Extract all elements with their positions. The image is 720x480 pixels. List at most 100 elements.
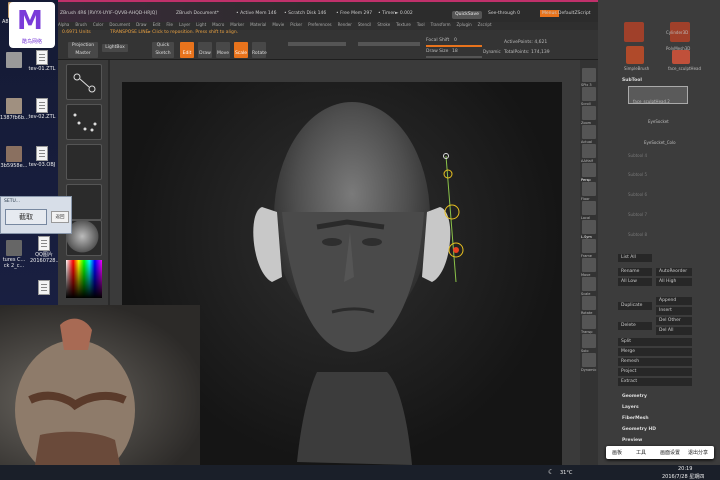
menu-item[interactable]: Render xyxy=(338,22,352,27)
desktop-icon[interactable]: tures C... ck 2_c... xyxy=(0,240,28,269)
menu-item[interactable]: Transform xyxy=(431,22,451,27)
whiteboard-button[interactable]: 画板 xyxy=(612,449,622,456)
menu-item[interactable]: Document xyxy=(109,22,130,27)
menu-item[interactable]: Stencil xyxy=(358,22,372,27)
quicksave-button[interactable]: QuickSave xyxy=(452,11,482,19)
subtool-empty[interactable]: Subtool 8 xyxy=(628,232,647,237)
tool-button-floor[interactable]: Floor xyxy=(581,182,596,201)
tool-button-scale[interactable]: Scale xyxy=(581,277,596,296)
subtool-item-active[interactable]: face_sculptHead.2 xyxy=(628,86,688,104)
menu-item[interactable]: File xyxy=(166,22,173,27)
see-through[interactable]: See-through 0 xyxy=(488,11,520,16)
desktop-icon[interactable]: 1387fb6b... xyxy=(0,98,29,121)
geometry-section[interactable]: Geometry xyxy=(622,394,647,399)
draw-size-slider[interactable] xyxy=(426,56,482,58)
project-section[interactable]: Project xyxy=(618,368,692,376)
append-button[interactable]: Append xyxy=(656,297,692,305)
z-intensity-slider[interactable] xyxy=(358,42,420,46)
simplebrush-thumb[interactable] xyxy=(626,46,644,64)
subtool-label[interactable]: EyeSocket_Colo xyxy=(644,140,676,145)
tool-button-zoom[interactable]: Zoom xyxy=(581,106,596,125)
desktop-icon[interactable]: tev-03.OBJ xyxy=(28,146,56,168)
menu-item[interactable]: Material xyxy=(250,22,266,27)
stroke-selector[interactable] xyxy=(66,104,102,140)
scale-button[interactable]: Scale xyxy=(234,42,248,58)
brush-selector[interactable] xyxy=(66,64,102,100)
menu-item[interactable]: Draw xyxy=(136,22,146,27)
layers-section[interactable]: Layers xyxy=(622,405,639,410)
menu-item[interactable]: Alpha xyxy=(58,22,69,27)
tool-button-persp[interactable]: Persp xyxy=(581,163,596,182)
default-zscript[interactable]: DefaultZScript xyxy=(558,11,591,16)
fibermesh-section[interactable]: FiberMesh xyxy=(622,416,649,421)
menu-item[interactable]: Brush xyxy=(75,22,87,27)
face-sculpt-thumb[interactable] xyxy=(672,50,690,64)
menus-button[interactable]: Menus xyxy=(540,10,559,17)
menu-item[interactable]: Layer xyxy=(179,22,190,27)
menu-item[interactable]: Light xyxy=(196,22,206,27)
autoreorder-button[interactable]: AutoReorder xyxy=(656,268,692,276)
tool-button-local[interactable]: Local xyxy=(581,201,596,220)
tool-button-transp[interactable]: Transp xyxy=(581,315,596,334)
extract-section[interactable]: Extract xyxy=(618,378,692,386)
clock-time[interactable]: 20:19 xyxy=(678,466,692,472)
projection-master-button[interactable]: Projection Master xyxy=(68,42,98,58)
screen-settings-button[interactable]: 画面设置 xyxy=(660,449,680,456)
capture-button[interactable]: 截取 xyxy=(5,209,47,225)
dynamic-toggle[interactable]: Dynamic xyxy=(483,49,501,54)
all-low-button[interactable]: All Low xyxy=(618,278,652,286)
menu-item[interactable]: Macro xyxy=(212,22,224,27)
color-picker[interactable] xyxy=(66,260,102,298)
remesh-section[interactable]: Remesh xyxy=(618,358,692,366)
merge-section[interactable]: Merge xyxy=(618,348,692,356)
subtool-label[interactable]: EyeSocket xyxy=(648,119,669,124)
tool-button-scroll[interactable]: Scroll xyxy=(581,87,596,106)
desktop-icon[interactable]: QQ图片20160728... xyxy=(30,236,60,264)
tool-button-l-sym[interactable]: L.Sym xyxy=(581,220,596,239)
menu-item[interactable]: Texture xyxy=(396,22,411,27)
subtool-empty[interactable]: Subtool 6 xyxy=(628,192,647,197)
insert-button[interactable]: Insert xyxy=(656,307,692,315)
menu-item[interactable]: Stroke xyxy=(377,22,390,27)
desktop-icon[interactable]: tev-02.ZTL xyxy=(28,98,56,120)
alpha-selector[interactable] xyxy=(66,144,102,180)
desktop-icon[interactable] xyxy=(0,52,28,69)
all-high-button[interactable]: All High xyxy=(656,278,692,286)
menu-item[interactable]: Picker xyxy=(290,22,302,27)
desktop-icon[interactable] xyxy=(30,280,58,296)
clock-date[interactable]: 2016/7/28 星期四 xyxy=(662,473,704,480)
rename-button[interactable]: Rename xyxy=(618,268,652,276)
tool-button-solo[interactable]: Solo xyxy=(581,334,596,353)
preview-section[interactable]: Preview xyxy=(622,438,642,443)
lightbox-button[interactable]: LightBox xyxy=(102,44,128,52)
tool-button-frame[interactable]: Frame xyxy=(581,239,596,258)
desktop-icon[interactable]: tev-01.ZTL xyxy=(28,50,56,72)
menu-item[interactable]: Preferences xyxy=(308,22,332,27)
rgb-intensity-slider[interactable] xyxy=(288,42,346,46)
delete-button[interactable]: Delete xyxy=(618,322,652,330)
del-other-button[interactable]: Del Other xyxy=(656,317,692,325)
menu-item[interactable]: Zplugin xyxy=(457,22,472,27)
subtool-empty[interactable]: Subtool 7 xyxy=(628,212,647,217)
desktop-icon[interactable]: 3b5958e... xyxy=(0,146,28,169)
subtool-header[interactable]: SubTool xyxy=(622,78,642,83)
exit-share-button[interactable]: 退出分享 xyxy=(688,449,708,456)
tool-button-aahalf[interactable]: AAHalf xyxy=(581,144,596,163)
tool-button-spix-3[interactable]: SPix 3 xyxy=(581,68,596,87)
menu-item[interactable]: Movie xyxy=(272,22,284,27)
subtool-empty[interactable]: Subtool 5 xyxy=(628,172,647,177)
subtool-empty[interactable]: Subtool 4 xyxy=(628,153,647,158)
del-all-button[interactable]: Del All xyxy=(656,327,692,335)
tool-button-dynamic[interactable]: Dynamic xyxy=(581,353,596,372)
tool-button-rotate[interactable]: Rotate xyxy=(581,296,596,315)
geometry-hd-section[interactable]: Geometry HD xyxy=(622,427,656,432)
menu-item[interactable]: Tool xyxy=(417,22,425,27)
list-all-button[interactable]: List All xyxy=(618,254,652,262)
tool-button-move[interactable]: Move xyxy=(581,258,596,277)
menu-item[interactable]: Zscript xyxy=(478,22,492,27)
menu-item[interactable]: Color xyxy=(93,22,103,27)
draw-button[interactable]: Draw xyxy=(198,42,212,58)
duplicate-button[interactable]: Duplicate xyxy=(618,302,652,310)
tool-button-actual[interactable]: Actual xyxy=(581,125,596,144)
menu-item[interactable]: Marker xyxy=(230,22,244,27)
